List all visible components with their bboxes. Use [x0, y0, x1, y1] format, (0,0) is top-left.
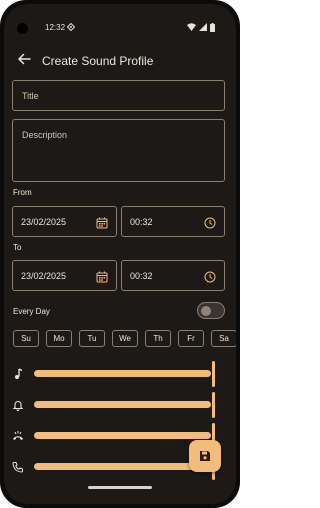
- to-date-value: 23/02/2025: [21, 271, 67, 281]
- notification-volume-slider[interactable]: [4, 392, 236, 418]
- slider-track[interactable]: [34, 432, 211, 439]
- wifi-icon: [187, 23, 196, 34]
- from-time-value: 00:32: [130, 217, 153, 227]
- toggle-knob: [201, 306, 211, 316]
- every-day-label: Every Day: [13, 307, 50, 316]
- day-chip-tu[interactable]: Tu: [79, 330, 105, 347]
- day-chips: Su Mo Tu We Th Fr Sa: [13, 330, 236, 350]
- to-date-field[interactable]: 23/02/2025: [12, 260, 117, 291]
- day-chip-mo[interactable]: Mo: [46, 330, 72, 347]
- music-note-icon: [12, 367, 24, 379]
- battery-icon: [210, 23, 215, 35]
- phone-frame: 12:32 Create Sound Profile Title Descrip…: [0, 0, 240, 508]
- from-date-field[interactable]: 23/02/2025: [12, 206, 117, 237]
- back-arrow-icon[interactable]: [16, 51, 32, 67]
- description-field[interactable]: Description: [12, 119, 225, 182]
- description-placeholder: Description: [22, 130, 68, 140]
- slider-track[interactable]: [34, 463, 211, 470]
- app-bar: Create Sound Profile: [4, 46, 236, 74]
- ringtone-icon: [12, 429, 24, 441]
- title-field[interactable]: Title: [12, 80, 225, 111]
- slider-handle[interactable]: [212, 392, 215, 418]
- day-chip-sa[interactable]: Sa: [211, 330, 236, 347]
- calendar-icon[interactable]: [96, 270, 108, 283]
- home-indicator[interactable]: [88, 486, 152, 489]
- save-icon: [200, 451, 210, 461]
- screen: 12:32 Create Sound Profile Title Descrip…: [4, 4, 236, 504]
- slider-handle[interactable]: [212, 361, 215, 387]
- status-time: 12:32: [45, 23, 66, 32]
- bell-icon: [12, 398, 24, 412]
- clock-icon[interactable]: [204, 270, 216, 283]
- slider-track[interactable]: [34, 401, 211, 408]
- front-camera: [17, 23, 28, 34]
- from-date-value: 23/02/2025: [21, 217, 67, 227]
- title-placeholder: Title: [22, 91, 39, 101]
- day-chip-su[interactable]: Su: [13, 330, 39, 347]
- signal-icon: [199, 23, 207, 34]
- to-time-field[interactable]: 00:32: [121, 260, 225, 291]
- save-button[interactable]: [189, 440, 221, 472]
- to-time-value: 00:32: [130, 271, 153, 281]
- day-chip-fr[interactable]: Fr: [178, 330, 204, 347]
- media-volume-slider[interactable]: [4, 361, 236, 387]
- location-icon: [66, 22, 76, 34]
- clock-icon[interactable]: [204, 216, 216, 229]
- day-chip-th[interactable]: Th: [145, 330, 171, 347]
- every-day-toggle[interactable]: [197, 302, 225, 319]
- calendar-icon[interactable]: [96, 216, 108, 229]
- slider-track[interactable]: [34, 370, 211, 377]
- to-label: To: [13, 243, 22, 252]
- page-title: Create Sound Profile: [42, 54, 154, 68]
- from-label: From: [13, 188, 32, 197]
- from-time-field[interactable]: 00:32: [121, 206, 225, 237]
- phone-icon: [12, 460, 24, 473]
- day-chip-we[interactable]: We: [112, 330, 138, 347]
